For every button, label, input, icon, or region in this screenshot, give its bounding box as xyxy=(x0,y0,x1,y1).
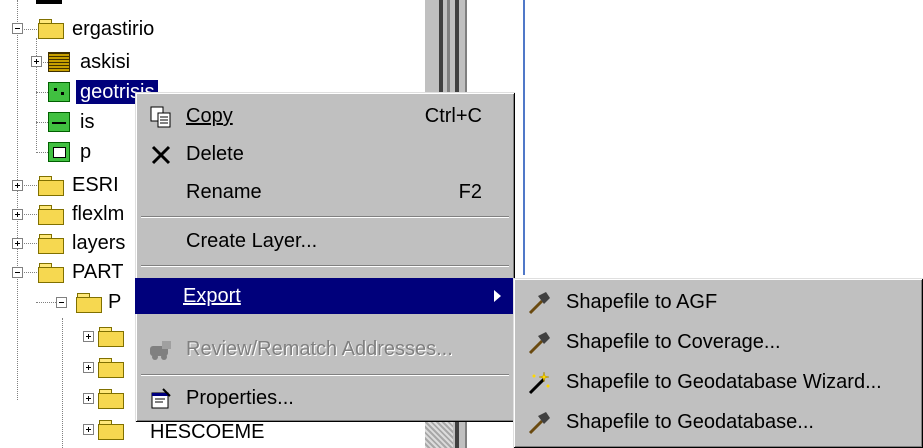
menu-label-shapefile-to-geodatabase: Shapefile to Geodatabase... xyxy=(566,411,814,433)
tree-item-hescoeme[interactable]: HESCOEME xyxy=(150,420,264,444)
line-layer-icon xyxy=(48,112,70,132)
collapse-toggle[interactable] xyxy=(56,297,67,308)
shortcut-rename: F2 xyxy=(458,181,482,203)
menu-item-review-rematch: Review/Rematch Addresses... xyxy=(138,331,512,367)
menu-separator xyxy=(141,374,509,376)
expand-toggle[interactable] xyxy=(83,424,94,435)
tree-item-p-folder[interactable]: P xyxy=(108,290,121,314)
menu-label-delete: Delete xyxy=(186,143,244,165)
menu-label-rename: Rename xyxy=(186,181,262,203)
folder-icon xyxy=(38,19,64,39)
menu-label-review-rematch: Review/Rematch Addresses... xyxy=(186,338,453,360)
tree-item-layers[interactable]: layers xyxy=(72,231,125,255)
menu-item-rename[interactable]: Rename F2 xyxy=(138,174,512,210)
folder-icon xyxy=(98,420,124,440)
menu-label-properties: Properties... xyxy=(186,387,294,409)
folder-icon xyxy=(76,293,102,313)
expand-toggle[interactable] xyxy=(12,209,23,220)
expand-toggle[interactable] xyxy=(83,331,94,342)
expand-toggle[interactable] xyxy=(83,393,94,404)
folder-icon xyxy=(38,234,64,254)
tree-item-flexlm[interactable]: flexlm xyxy=(72,202,124,226)
menu-label-shapefile-to-coverage: Shapefile to Coverage... xyxy=(566,331,781,353)
hammer-icon xyxy=(526,330,552,356)
pane-border xyxy=(523,0,525,275)
folder-icon xyxy=(98,327,124,347)
menu-separator xyxy=(141,265,509,267)
properties-icon xyxy=(148,387,174,411)
wizard-wand-icon xyxy=(526,370,552,396)
tree-item-ergastirio[interactable]: ergastirio xyxy=(72,17,154,41)
menu-item-shapefile-to-geodatabase[interactable]: Shapefile to Geodatabase... xyxy=(516,404,920,440)
polygon-layer-icon xyxy=(48,142,70,162)
tree-item-esri[interactable]: ESRI xyxy=(72,173,119,197)
menu-label-shapefile-to-agf: Shapefile to AGF xyxy=(566,291,718,313)
menu-item-shapefile-to-coverage[interactable]: Shapefile to Coverage... xyxy=(516,324,920,360)
folder-icon xyxy=(38,263,64,283)
tree-item-is[interactable]: is xyxy=(80,110,94,134)
menu-item-shapefile-to-agf[interactable]: Shapefile to AGF xyxy=(516,284,920,320)
copy-icon xyxy=(148,105,174,129)
menu-separator xyxy=(141,216,509,218)
raster-layer-icon xyxy=(48,52,70,72)
menu-label-copy: Copy xyxy=(186,105,233,127)
delete-x-icon xyxy=(148,143,174,167)
menu-label-shapefile-to-geodatabase-wizard: Shapefile to Geodatabase Wizard... xyxy=(566,371,882,393)
submenu-arrow-icon xyxy=(494,290,501,302)
export-submenu: Shapefile to AGF Shapefile to Coverage..… xyxy=(513,278,923,448)
collapse-toggle[interactable] xyxy=(12,23,23,34)
collapse-toggle[interactable] xyxy=(12,267,23,278)
menu-label-export: Export xyxy=(183,285,241,307)
tree-item-askisi[interactable]: askisi xyxy=(80,50,130,74)
expand-toggle[interactable] xyxy=(83,362,94,373)
expand-toggle[interactable] xyxy=(12,238,23,249)
folder-icon xyxy=(38,176,64,196)
menu-item-export[interactable]: Export xyxy=(135,278,515,314)
shortcut-copy: Ctrl+C xyxy=(424,105,482,127)
tree-item-p[interactable]: p xyxy=(80,140,91,164)
expand-toggle[interactable] xyxy=(12,180,23,191)
folder-icon xyxy=(38,205,64,225)
hammer-icon xyxy=(526,290,552,316)
menu-label-create-layer: Create Layer... xyxy=(186,230,318,252)
menu-item-copy[interactable]: Copy Ctrl+C xyxy=(138,98,512,134)
tree-item-part[interactable]: PART xyxy=(72,260,124,284)
folder-icon xyxy=(98,389,124,409)
folder-icon xyxy=(98,358,124,378)
menu-item-shapefile-to-geodatabase-wizard[interactable]: Shapefile to Geodatabase Wizard... xyxy=(516,364,920,400)
geocode-icon xyxy=(148,338,174,362)
menu-item-create-layer[interactable]: Create Layer... xyxy=(138,223,512,259)
point-layer-icon xyxy=(48,82,70,102)
menu-item-properties[interactable]: Properties... xyxy=(138,380,512,416)
hammer-icon xyxy=(526,410,552,436)
menu-item-delete[interactable]: Delete xyxy=(138,136,512,172)
expand-toggle[interactable] xyxy=(31,56,42,67)
context-menu: Copy Ctrl+C Delete Rename F2 Create Laye… xyxy=(135,92,515,422)
